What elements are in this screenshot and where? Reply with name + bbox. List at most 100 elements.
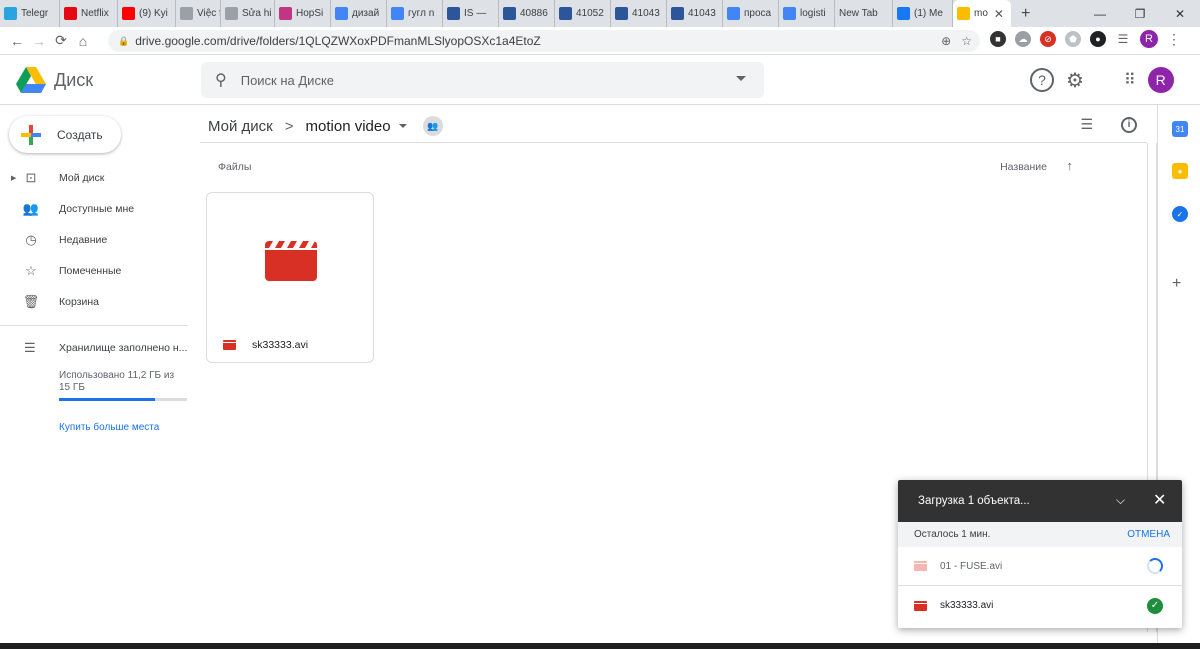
browser-tab[interactable]: IS — <box>443 0 499 27</box>
storage-icon: ☰ <box>24 340 36 355</box>
buy-storage-link[interactable]: Купить больше места <box>59 422 159 433</box>
sidebar-item-my-drive[interactable]: ▶ ⊡ Мой диск <box>0 162 200 193</box>
browser-tab[interactable]: logisti <box>779 0 835 27</box>
browser-tab[interactable]: (9) Kyi <box>118 0 176 27</box>
calendar-icon[interactable]: 31 <box>1172 121 1188 137</box>
forward-icon[interactable]: → <box>28 33 50 49</box>
video-file-icon <box>914 561 927 571</box>
browser-tab[interactable]: дизай <box>331 0 387 27</box>
sidebar-divider <box>0 325 188 326</box>
sidebar-item-recent[interactable]: ◷ Недавние <box>0 224 200 255</box>
tab-label: (1) Me <box>914 8 943 19</box>
browser-tab[interactable]: 41043 <box>667 0 723 27</box>
reload-icon[interactable]: ⟳ <box>50 32 72 49</box>
instagram-icon <box>279 7 292 20</box>
sort-button[interactable]: Название <box>1000 161 1047 173</box>
url-text: drive.google.com/drive/folders/1QLQZWXox… <box>135 34 541 48</box>
sidebar-item-label: Недавние <box>59 233 108 246</box>
close-tab-icon[interactable]: ✕ <box>994 7 1004 21</box>
netflix-icon <box>64 7 77 20</box>
drive-logo[interactable]: Диск <box>16 67 93 93</box>
sort-direction-icon[interactable]: ↑ <box>1067 158 1074 173</box>
adblock-icon[interactable]: ⊘ <box>1040 31 1056 47</box>
expand-arrow-icon[interactable]: ▶ <box>11 174 16 182</box>
help-icon[interactable]: ? <box>1030 68 1054 92</box>
minimize-icon[interactable]: — <box>1080 7 1120 21</box>
bookmark-star-icon[interactable]: ☆ <box>961 34 972 48</box>
storage-bar-fill <box>59 398 155 401</box>
media-control-icon[interactable]: ☰ <box>1115 31 1131 47</box>
apps-grid-icon[interactable]: ⠿ <box>1124 70 1136 90</box>
tab-strip: Telegr Netflix (9) Kyi Việc fr Sửa hi HopSi ди… <box>0 0 1011 27</box>
info-icon[interactable]: i <box>1121 116 1137 133</box>
my-drive-icon: ⊡ <box>25 169 37 185</box>
new-tab-button[interactable]: + <box>1021 5 1030 23</box>
word-icon <box>503 7 516 20</box>
google-icon <box>783 7 796 20</box>
add-addon-icon[interactable]: + <box>1172 275 1181 293</box>
add-icon[interactable]: ⊕ <box>941 34 951 48</box>
keep-icon[interactable]: ● <box>1172 163 1188 179</box>
browser-tab[interactable]: проса <box>723 0 779 27</box>
folder-menu-icon[interactable] <box>398 124 407 128</box>
google-icon <box>335 7 348 20</box>
upload-item[interactable]: 01 - FUSE.avi <box>898 547 1182 586</box>
create-button[interactable]: Создать <box>9 116 121 153</box>
maximize-icon[interactable]: ❐ <box>1120 7 1160 21</box>
shared-folder-icon[interactable]: 👥 <box>422 116 443 136</box>
google-icon <box>391 7 404 20</box>
create-label: Создать <box>57 127 103 142</box>
upload-item[interactable]: sk33333.avi ✓ <box>898 586 1182 625</box>
search-options-icon[interactable] <box>736 76 746 81</box>
breadcrumb-root[interactable]: Мой диск <box>208 118 273 135</box>
browser-tab[interactable]: 41052 <box>555 0 611 27</box>
sidebar-item-shared[interactable]: 👥 Доступные мне <box>0 193 200 224</box>
extensions: ■ ☁ ⊘ ⬟ ● ☰ R ⋮ <box>990 30 1181 48</box>
search-input[interactable] <box>240 72 701 88</box>
collapse-chevron-icon[interactable]: ⌵ <box>1116 493 1125 508</box>
sidebar-item-trash[interactable]: 🗑 Корзина <box>0 286 200 317</box>
browser-tab[interactable]: mo ✕ <box>953 0 1011 27</box>
browser-tab[interactable]: Telegr <box>0 0 60 27</box>
profile-avatar[interactable]: R <box>1140 30 1158 48</box>
back-icon[interactable]: ← <box>6 33 28 49</box>
browser-tab[interactable]: Việc fr <box>176 0 221 27</box>
home-icon[interactable]: ⌂ <box>72 33 94 49</box>
browser-tab[interactable]: New Tab <box>835 0 893 27</box>
time-remaining: Осталось 1 мин. <box>914 529 991 540</box>
breadcrumb-current[interactable]: motion video <box>306 118 391 135</box>
account-avatar[interactable]: R <box>1147 67 1174 93</box>
search-box[interactable]: ⚲ <box>201 62 764 98</box>
cloud-extension-icon[interactable]: ☁ <box>1015 31 1031 47</box>
upload-file-name: 01 - FUSE.avi <box>940 560 1003 572</box>
close-window-icon[interactable]: ✕ <box>1160 7 1200 21</box>
main-divider <box>200 142 1147 143</box>
sidebar-item-starred[interactable]: ☆ Помеченные <box>0 255 200 286</box>
address-bar[interactable]: 🔒 drive.google.com/drive/folders/1QLQZWX… <box>108 30 980 52</box>
view-controls: ☰ i <box>1080 116 1137 133</box>
browser-tab[interactable]: Netflix <box>60 0 118 27</box>
browser-tab[interactable]: (1) Me <box>893 0 953 27</box>
tab-label: HopSi <box>296 8 324 19</box>
upload-status-row: Осталось 1 мин. ОТМЕНА <box>898 522 1182 547</box>
shield-icon[interactable]: ⬟ <box>1065 31 1081 47</box>
browser-tab[interactable]: Sửa hi <box>221 0 275 27</box>
browser-tab[interactable]: 40886 <box>499 0 555 27</box>
vpn-extension-icon[interactable]: ● <box>1090 31 1106 47</box>
tasks-icon[interactable]: ✓ <box>1172 206 1188 222</box>
tab-label: проса <box>744 8 772 19</box>
settings-gear-icon[interactable]: ⚙ <box>1066 68 1084 93</box>
cancel-upload-button[interactable]: ОТМЕНА <box>1127 529 1170 540</box>
word-icon <box>559 7 572 20</box>
sidebar-nav: ▶ ⊡ Мой диск 👥 Доступные мне ◷ Недавние … <box>0 162 200 317</box>
list-view-icon[interactable]: ☰ <box>1080 116 1093 133</box>
file-card[interactable]: sk33333.avi <box>206 192 374 363</box>
close-icon[interactable]: ✕ <box>1153 490 1166 510</box>
browser-menu-icon[interactable]: ⋮ <box>1167 31 1181 48</box>
search-icon[interactable]: ⚲ <box>215 70 227 90</box>
browser-tab[interactable]: HopSi <box>275 0 331 27</box>
browser-tab[interactable]: гугл n <box>387 0 443 27</box>
extension-icon[interactable]: ■ <box>990 31 1006 47</box>
storage-row[interactable]: ☰ Хранилище заполнено н... <box>0 335 200 361</box>
browser-tab[interactable]: 41043 <box>611 0 667 27</box>
